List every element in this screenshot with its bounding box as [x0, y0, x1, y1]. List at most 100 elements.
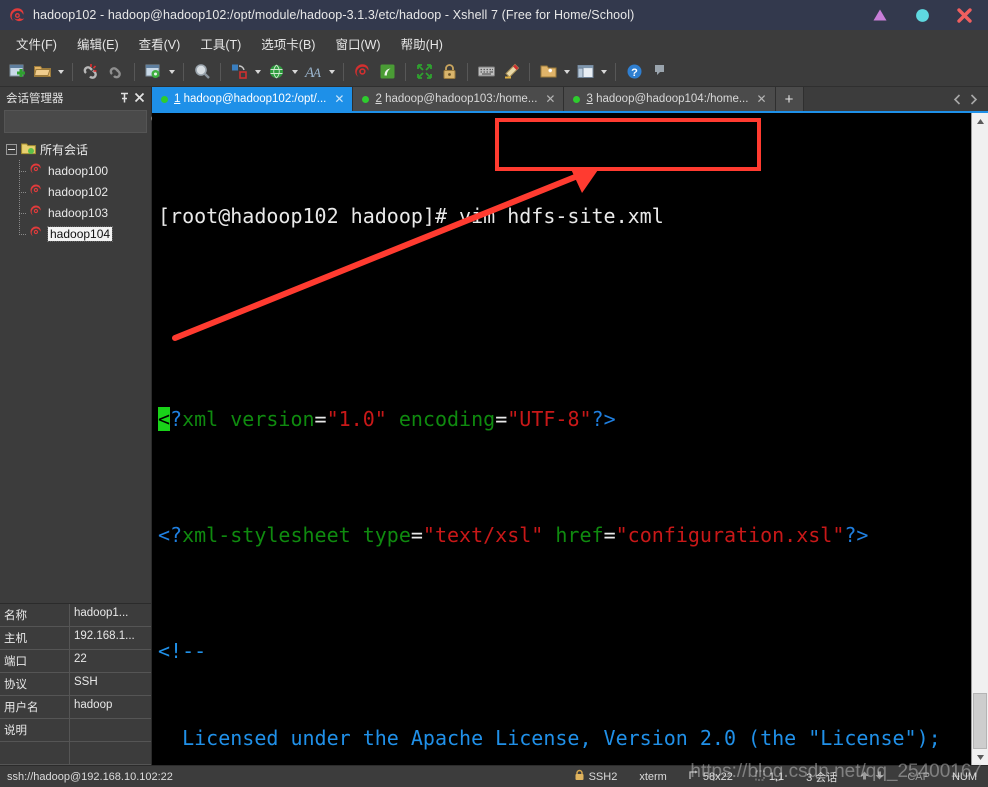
xml-syntax-span: encoding: [386, 407, 496, 431]
session-item-hadoop102[interactable]: hadoop102: [13, 181, 151, 202]
xml-syntax-span: <?: [158, 523, 183, 547]
terminal-line: <!--: [158, 639, 207, 663]
search-input[interactable]: [8, 115, 150, 128]
traffic-indicators: [848, 770, 896, 784]
properties-caret-icon[interactable]: [166, 60, 177, 84]
tab-close-icon[interactable]: ✕: [332, 92, 346, 106]
xftp-logo-icon[interactable]: [375, 60, 399, 84]
xshell-spiral-icon: [8, 6, 26, 24]
new-tab-button[interactable]: +: [775, 87, 804, 111]
tab-hadoop102[interactable]: 1 hadoop@hadoop102:/opt/... ✕: [152, 87, 354, 111]
add-caret-icon[interactable]: [561, 60, 572, 84]
layout-caret-icon[interactable]: [598, 60, 609, 84]
session-item-label: hadoop100: [48, 163, 109, 178]
tab-hadoop104[interactable]: 3 hadoop@hadoop104:/home... ✕: [564, 87, 776, 111]
web-browser-icon[interactable]: [264, 60, 288, 84]
font-caret-icon[interactable]: [326, 60, 337, 84]
property-row: 协议 SSH: [0, 673, 151, 696]
terminal-cursor: <: [158, 407, 171, 431]
session-icon: [29, 225, 43, 242]
menu-help[interactable]: 帮助(H): [391, 30, 453, 57]
session-item-hadoop103[interactable]: hadoop103: [13, 202, 151, 223]
lock-session-icon[interactable]: [437, 60, 461, 84]
terminal-line: <?xml version="1.0" encoding="UTF-8"?>: [158, 405, 971, 434]
compose-caret-icon[interactable]: [252, 60, 263, 84]
pin-icon[interactable]: [117, 90, 132, 106]
tab-number: 1: [174, 93, 181, 105]
full-screen-icon[interactable]: [412, 60, 436, 84]
terminal-scrollbar[interactable]: [971, 113, 988, 765]
property-row: 用户名 hadoop: [0, 696, 151, 719]
session-count: 3 会话: [806, 771, 838, 784]
window-controls: [870, 5, 974, 25]
session-properties-icon[interactable]: [141, 60, 165, 84]
session-item-label: hadoop104: [46, 225, 114, 242]
xshell-window: hadoop102 - hadoop@hadoop102:/opt/module…: [0, 0, 988, 787]
scroll-up-button[interactable]: [972, 113, 988, 129]
menu-window[interactable]: 窗口(W): [325, 30, 390, 57]
open-session-folder-icon[interactable]: [30, 60, 54, 84]
menu-tools[interactable]: 工具(T): [190, 30, 251, 57]
help-question-icon[interactable]: ?: [622, 60, 646, 84]
tab-hadoop103[interactable]: 2 hadoop@hadoop103:/home... ✕: [353, 87, 565, 111]
size-icon: [689, 770, 699, 784]
xml-syntax-span: ?>: [591, 407, 616, 431]
session-item-label: hadoop103: [48, 205, 109, 220]
reconnect-link-icon[interactable]: [104, 60, 128, 84]
property-value: hadoop1...: [74, 607, 129, 619]
scrollbar-thumb[interactable]: [973, 693, 987, 749]
menu-edit[interactable]: 编辑(E): [67, 30, 129, 57]
triangle-up-icon[interactable]: [870, 5, 890, 25]
menu-view[interactable]: 查看(V): [129, 30, 191, 57]
property-value: [70, 742, 151, 764]
chevron-right-icon[interactable]: [967, 89, 980, 109]
scrollbar-track[interactable]: [972, 129, 988, 749]
terminal-output[interactable]: [root@hadoop102 hadoop]# vim hdfs-site.x…: [152, 113, 971, 765]
xml-syntax-span: ?: [170, 407, 183, 431]
xshell-logo-icon[interactable]: [350, 60, 374, 84]
menu-tabs[interactable]: 选项卡(B): [251, 30, 325, 57]
tree-expander-icon[interactable]: [6, 144, 17, 155]
keyboard-icon[interactable]: [474, 60, 498, 84]
property-value: 22: [74, 653, 87, 665]
session-item-hadoop104[interactable]: hadoop104: [13, 223, 151, 244]
web-caret-icon[interactable]: [289, 60, 300, 84]
open-session-caret-icon[interactable]: [55, 60, 66, 84]
font-format-icon[interactable]: A A: [301, 60, 325, 84]
tree-root-all-sessions[interactable]: 所有会话: [0, 139, 151, 160]
cursor-icon: [755, 770, 765, 784]
compose-send-icon[interactable]: [227, 60, 251, 84]
session-item-hadoop100[interactable]: hadoop100: [13, 160, 151, 181]
new-session-icon[interactable]: [5, 60, 29, 84]
circle-icon[interactable]: [912, 5, 932, 25]
tab-strip: 1 hadoop@hadoop102:/opt/... ✕ 2 hadoop@h…: [152, 87, 988, 111]
layout-arrange-icon[interactable]: [573, 60, 597, 84]
close-x-icon[interactable]: [954, 5, 974, 25]
add-to-folder-icon[interactable]: [536, 60, 560, 84]
tab-nav-buttons: [951, 87, 988, 111]
highlight-pen-icon[interactable]: [499, 60, 523, 84]
close-icon[interactable]: [132, 90, 147, 106]
size-label: 58x22: [702, 770, 733, 783]
tab-number: 3: [586, 93, 593, 105]
security-label: SSH2: [588, 770, 618, 783]
session-search-box[interactable]: [4, 110, 163, 133]
tooltip-flag-icon[interactable]: [647, 60, 671, 84]
tab-close-icon[interactable]: ✕: [543, 92, 557, 106]
toolbar-separator: [467, 62, 468, 81]
disconnect-icon[interactable]: [79, 60, 103, 84]
session-icon: [29, 183, 43, 200]
xml-syntax-span: "configuration.xsl": [615, 523, 845, 547]
tab-label: 2 hadoop@hadoop103:/home...: [375, 93, 537, 105]
search-icon[interactable]: [190, 60, 214, 84]
tab-number: 2: [375, 93, 382, 105]
scroll-down-button[interactable]: [972, 749, 988, 765]
menu-file[interactable]: 文件(F): [6, 30, 67, 57]
chevron-left-icon[interactable]: [951, 89, 964, 109]
tree-root-label: 所有会话: [40, 143, 89, 157]
tab-close-icon[interactable]: ✕: [754, 92, 768, 106]
xml-syntax-span: href: [543, 523, 604, 547]
status-bar: ssh://hadoop@192.168.10.102:22 SSH2 xter…: [0, 761, 988, 787]
session-manager-header: 会话管理器: [0, 87, 151, 108]
property-row: 主机 192.168.1...: [0, 627, 151, 650]
